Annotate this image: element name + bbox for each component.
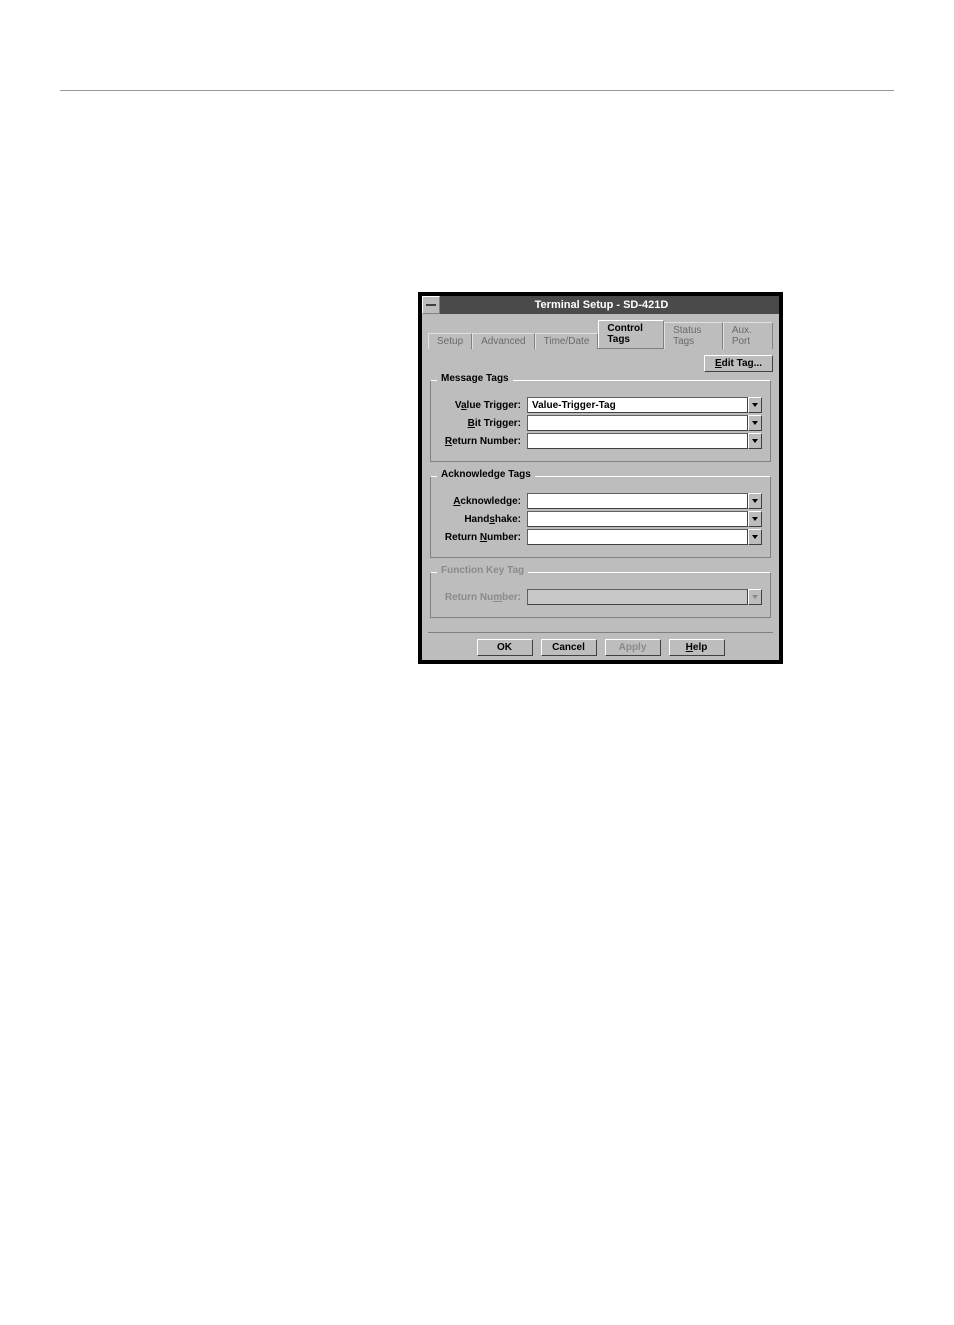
edit-tag-button[interactable]: Edit Tag... xyxy=(704,355,773,372)
group-legend: Function Key Tag xyxy=(437,565,528,576)
row-bit-trigger: Bit Trigger: xyxy=(439,415,762,431)
help-button[interactable]: Help xyxy=(669,639,725,656)
tab-time-date[interactable]: Time/Date xyxy=(535,333,599,349)
row-ack-return-number: Return Number: xyxy=(439,529,762,545)
label-msg-return-number: Return Number: xyxy=(439,436,527,447)
label-fkey-return-number: Return Number: xyxy=(439,592,527,603)
group-legend: Acknowledge Tags xyxy=(437,469,535,480)
label-ack-return-number: Return Number: xyxy=(439,532,527,543)
title-bar: Terminal Setup - SD-421D xyxy=(422,296,779,314)
fkey-return-number-dropdown xyxy=(748,589,762,605)
row-msg-return-number: Return Number: xyxy=(439,433,762,449)
handshake-dropdown[interactable] xyxy=(748,511,762,527)
tab-aux-port[interactable]: Aux. Port xyxy=(723,322,773,349)
dialog-window: Terminal Setup - SD-421D Setup Advanced … xyxy=(418,292,783,664)
tab-status-tags[interactable]: Status Tags xyxy=(664,322,723,349)
value-trigger-dropdown[interactable] xyxy=(748,397,762,413)
tab-control-tags[interactable]: Control Tags xyxy=(598,320,664,348)
tab-strip: Setup Advanced Time/Date Control Tags St… xyxy=(428,320,773,349)
label-value-trigger: Value Trigger: xyxy=(439,400,527,411)
label-acknowledge: Acknowledge: xyxy=(439,496,527,507)
value-trigger-input[interactable] xyxy=(527,397,748,413)
window-title: Terminal Setup - SD-421D xyxy=(442,299,779,311)
label-bit-trigger: Bit Trigger: xyxy=(439,418,527,429)
bit-trigger-dropdown[interactable] xyxy=(748,415,762,431)
fkey-return-number-input xyxy=(527,589,748,605)
group-legend: Message Tags xyxy=(437,373,513,384)
ack-return-number-input[interactable] xyxy=(527,529,748,545)
row-handshake: Handshake: xyxy=(439,511,762,527)
cancel-button[interactable]: Cancel xyxy=(541,639,597,656)
msg-return-number-dropdown[interactable] xyxy=(748,433,762,449)
page-divider xyxy=(60,90,894,91)
row-acknowledge: Acknowledge: xyxy=(439,493,762,509)
row-fkey-return-number: Return Number: xyxy=(439,589,762,605)
acknowledge-input[interactable] xyxy=(527,493,748,509)
label-handshake: Handshake: xyxy=(439,514,527,525)
ok-button[interactable]: OK xyxy=(477,639,533,656)
apply-button: Apply xyxy=(605,639,661,656)
button-bar: OK Cancel Apply Help xyxy=(428,632,773,656)
group-function-key-tag: Function Key Tag Return Number: xyxy=(430,572,771,618)
row-value-trigger: Value Trigger: xyxy=(439,397,762,413)
tab-advanced[interactable]: Advanced xyxy=(472,333,534,349)
handshake-input[interactable] xyxy=(527,511,748,527)
group-acknowledge-tags: Acknowledge Tags Acknowledge: Handshake: xyxy=(430,476,771,558)
bit-trigger-input[interactable] xyxy=(527,415,748,431)
dialog-inner: Terminal Setup - SD-421D Setup Advanced … xyxy=(422,296,779,660)
ack-return-number-dropdown[interactable] xyxy=(748,529,762,545)
system-menu-icon[interactable] xyxy=(422,296,440,314)
msg-return-number-input[interactable] xyxy=(527,433,748,449)
tab-setup[interactable]: Setup xyxy=(428,333,472,349)
acknowledge-dropdown[interactable] xyxy=(748,493,762,509)
group-message-tags: Message Tags Value Trigger: Bit Trigger: xyxy=(430,380,771,462)
